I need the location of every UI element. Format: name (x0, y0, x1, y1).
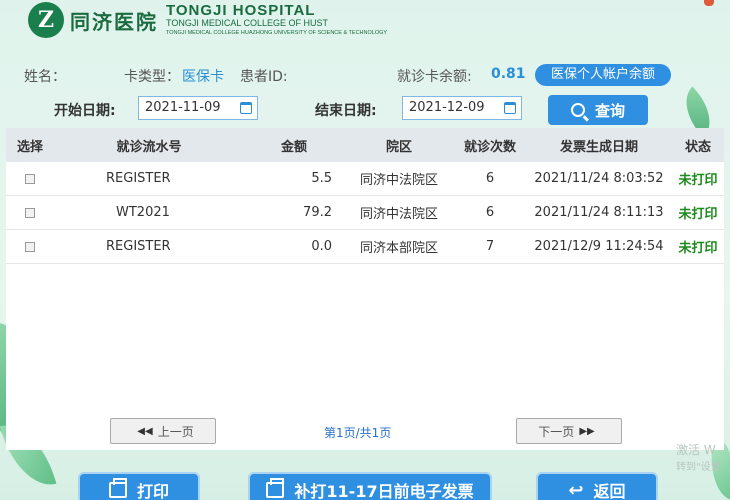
activation-watermark: 激活 W 转到"设置 (676, 442, 721, 476)
table-row[interactable]: REGISTER 0.0 同济本部院区 7 2021/12/9 11:24:54… (6, 230, 724, 264)
table-row[interactable]: WT2021 79.2 同济中法院区 6 2021/11/24 8:11:13 … (6, 196, 724, 230)
serial-cell: REGISTER (106, 171, 171, 186)
campus-cell: 同济本部院区 (359, 241, 438, 256)
hospital-name-cn: 同济医院 (70, 9, 158, 34)
college-name-en: TONGJI MEDICAL COLLEGE OF HUST (166, 17, 329, 28)
reprint-invoice-button[interactable]: 补打11-17日前电子发票 (248, 472, 492, 500)
calendar-icon[interactable] (240, 102, 252, 114)
reprint-button-label: 补打11-17日前电子发票 (294, 482, 474, 500)
status-badge: 未打印 (678, 173, 718, 188)
page-indicator: 第1页/共1页 (324, 426, 392, 440)
hospital-name-en-block: TONGJI HOSPITAL TONGJI MEDICAL COLLEGE O… (166, 1, 388, 37)
serial-cell: REGISTER (106, 239, 171, 254)
hospital-header: Z 同济医院 TONGJI HOSPITAL TONGJI MEDICAL CO… (28, 0, 387, 40)
table-row[interactable]: REGISTER 5.5 同济中法院区 6 2021/11/24 8:03:52… (6, 162, 724, 196)
invoice-table: 选择 就诊流水号 金额 院区 就诊次数 发票生成日期 状态 REGISTER 5… (6, 128, 724, 450)
card-type-label: 卡类型： (124, 69, 180, 85)
double-chevron-right-icon: ▶▶ (579, 425, 595, 437)
watermark-line: 转到"设置 (676, 462, 721, 473)
serial-cell: WT2021 (116, 205, 170, 220)
visits-cell: 6 (485, 205, 495, 220)
hospital-name-en: TONGJI HOSPITAL (166, 1, 316, 19)
patient-id-label: 患者ID: (240, 69, 288, 85)
amount-cell: 5.5 (311, 171, 332, 186)
campus-cell: 同济中法院区 (359, 207, 438, 222)
start-date-input[interactable]: 2021-11-09 (138, 96, 258, 120)
watermark-line: 激活 W (676, 443, 716, 457)
print-button-label: 打印 (136, 482, 169, 500)
visits-cell: 6 (485, 171, 495, 186)
row-select-cell[interactable] (6, 162, 54, 195)
end-date-value: 2021-12-09 (409, 100, 485, 115)
date-cell: 2021/11/24 8:11:13 (534, 205, 664, 220)
patient-info-row: 姓名： 卡类型： 医保卡 患者ID: 就诊卡余额: 0.81 医保个人帐户余额 (0, 64, 730, 88)
university-name-en: TONGJI MEDICAL COLLEGE HUAZHONG UNIVERSI… (166, 29, 388, 36)
hospital-logo-icon: Z (28, 2, 64, 38)
start-date-label: 开始日期: (54, 103, 116, 119)
column-header: 就诊次数 (463, 139, 516, 155)
back-button-label: 返回 (593, 482, 626, 500)
search-button[interactable]: 查询 (548, 95, 648, 125)
next-page-label: 下一页 (538, 424, 575, 439)
search-icon (570, 103, 585, 117)
row-select-cell[interactable] (6, 196, 54, 229)
back-button[interactable]: ↩ 返回 (536, 472, 658, 500)
status-badge: 未打印 (678, 241, 718, 256)
start-date-value: 2021-11-09 (145, 100, 221, 115)
column-header: 状态 (684, 139, 711, 155)
amount-cell: 0.0 (311, 239, 332, 254)
row-checkbox[interactable] (25, 241, 35, 252)
visits-cell: 7 (485, 239, 495, 254)
amount-cell: 79.2 (303, 205, 332, 220)
status-badge: 未打印 (678, 207, 718, 222)
campus-cell: 同济中法院区 (359, 173, 438, 188)
date-cell: 2021/11/24 8:03:52 (534, 171, 664, 186)
prev-page-label: 上一页 (157, 424, 194, 439)
printer-icon (108, 478, 127, 498)
column-header: 发票生成日期 (559, 139, 638, 155)
column-header: 选择 (16, 139, 43, 155)
next-page-button[interactable]: 下一页 ▶▶ (516, 418, 622, 444)
column-header: 院区 (385, 139, 412, 155)
balance-label: 就诊卡余额: (397, 69, 472, 85)
name-label: 姓名： (24, 69, 66, 85)
end-date-label: 结束日期: (315, 103, 377, 119)
printer-icon (266, 478, 285, 498)
double-chevron-left-icon: ◀◀ (137, 425, 153, 437)
date-cell: 2021/12/9 11:24:54 (534, 239, 664, 254)
column-header: 金额 (280, 139, 307, 155)
personal-balance-button[interactable]: 医保个人帐户余额 (535, 64, 671, 86)
end-date-input[interactable]: 2021-12-09 (402, 96, 522, 120)
print-button[interactable]: 打印 (78, 472, 200, 500)
prev-page-button[interactable]: ◀◀ 上一页 (110, 418, 216, 444)
row-checkbox[interactable] (25, 173, 35, 184)
pagination: ◀◀ 上一页 第1页/共1页 下一页 ▶▶ (6, 418, 724, 444)
card-type-value: 医保卡 (182, 69, 224, 85)
table-header: 选择 就诊流水号 金额 院区 就诊次数 发票生成日期 状态 (6, 128, 724, 162)
back-arrow-icon: ↩ (568, 479, 584, 500)
row-select-cell[interactable] (6, 230, 54, 263)
row-checkbox[interactable] (25, 207, 35, 218)
column-header: 就诊流水号 (116, 139, 182, 155)
calendar-icon[interactable] (504, 102, 516, 114)
corner-decoration (704, 0, 714, 6)
search-button-label: 查询 (594, 101, 625, 120)
balance-value: 0.81 (491, 66, 526, 82)
